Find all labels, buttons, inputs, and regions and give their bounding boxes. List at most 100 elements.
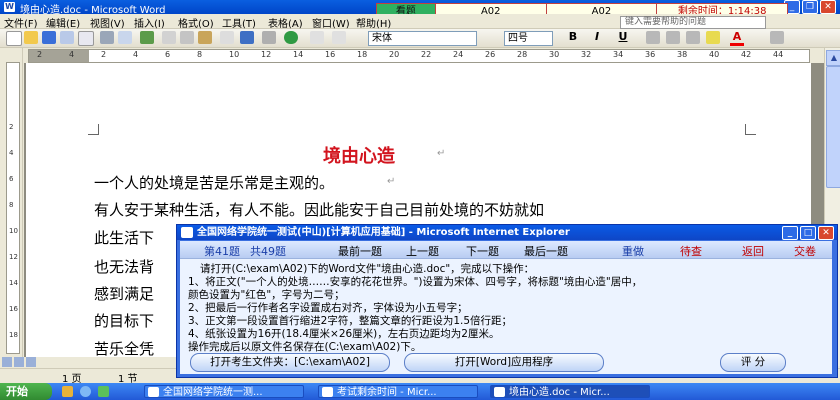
- menu-table[interactable]: 表格(A): [268, 15, 303, 30]
- popup-close-button[interactable]: ✕: [818, 226, 834, 240]
- font-name-select[interactable]: 宋体: [368, 31, 477, 46]
- paragraph-mark: ↵: [387, 176, 396, 187]
- paragraph-line-3: 此生活下: [94, 229, 155, 247]
- vruler-tick-label: 6: [9, 175, 14, 183]
- paragraph-mark: ↵: [437, 148, 446, 159]
- email-icon[interactable]: [78, 31, 94, 46]
- vruler-tick-label: 10: [9, 227, 18, 235]
- undo-icon[interactable]: [240, 31, 254, 44]
- vruler-tick-label: 2: [9, 123, 14, 131]
- ruler-tick-label: 36: [645, 50, 656, 59]
- start-button[interactable]: 开始: [0, 383, 52, 400]
- format-painter-icon[interactable]: [220, 31, 234, 44]
- spelling-icon[interactable]: [140, 31, 154, 44]
- italic-button[interactable]: I: [590, 30, 604, 43]
- question-instructions: 请打开(C:\exam\A02)下的Word文件"境由心造.doc"，完成以下操…: [188, 263, 828, 354]
- scroll-up-icon[interactable]: ▲: [826, 50, 840, 66]
- scroll-thumb[interactable]: [826, 66, 840, 188]
- ie-icon: [148, 387, 159, 397]
- vruler-tick-label: 8: [9, 201, 14, 209]
- font-size-select[interactable]: 四号: [504, 31, 553, 46]
- quicklaunch-icon[interactable]: [98, 386, 109, 397]
- ruler-tick-label: 2: [37, 50, 43, 59]
- redo-button[interactable]: 重做: [622, 243, 644, 259]
- popup-maximize-button[interactable]: □: [800, 226, 816, 240]
- document-title: 境由心造: [323, 146, 395, 167]
- popup-title-text: 全国网络学院统一测试(中山)[计算机应用基础] - Microsoft Inte…: [197, 227, 570, 238]
- bold-button[interactable]: B: [566, 30, 580, 43]
- task-timer[interactable]: 考试剩余时间 - Micr...: [318, 385, 478, 398]
- print-icon[interactable]: [100, 31, 114, 44]
- restore-button[interactable]: ❐: [802, 0, 818, 14]
- horizontal-ruler[interactable]: 2 4 2 4 6 8 10 12 14 16 18 20 22 24 26 28 30 32 34 36 38 40 42…: [28, 49, 810, 63]
- task-word-doc[interactable]: 境由心造.doc - Micr...: [490, 385, 650, 398]
- web-view-icon[interactable]: [14, 357, 24, 367]
- ruler-tick-label: 18: [357, 50, 368, 59]
- new-document-icon[interactable]: [6, 31, 22, 46]
- prev-question-button[interactable]: 上一题: [406, 243, 439, 259]
- instruction-line: 请打开(C:\exam\A02)下的Word文件"境由心造.doc"，完成以下操…: [200, 263, 535, 275]
- popup-minimize-button[interactable]: _: [782, 226, 798, 240]
- submit-button[interactable]: 交卷: [794, 243, 816, 259]
- close-button[interactable]: ✕: [820, 0, 836, 14]
- permission-icon[interactable]: [60, 31, 74, 44]
- ruler-tick-label: 38: [677, 50, 688, 59]
- print-view-icon[interactable]: [26, 357, 36, 367]
- menu-window[interactable]: 窗口(W): [312, 15, 350, 30]
- task-label: 全国网络学院统一测...: [163, 387, 263, 398]
- ruler-tick-label: 6: [165, 50, 171, 59]
- ruler-tick-label: 32: [581, 50, 592, 59]
- review-button[interactable]: 待查: [680, 243, 702, 259]
- formatting-toolbar: 宋体 四号 B I U A: [0, 29, 840, 48]
- vertical-ruler[interactable]: 2 4 6 8 10 12 14 16 18: [6, 62, 20, 354]
- toolbar-options-icon[interactable]: [770, 31, 784, 44]
- vruler-tick-label: 14: [9, 279, 18, 287]
- drawing-icon[interactable]: [310, 31, 324, 44]
- vruler-tick-label: 18: [9, 331, 18, 339]
- font-color-button[interactable]: A: [730, 30, 744, 46]
- cut-icon[interactable]: [162, 31, 176, 44]
- menu-edit[interactable]: 编辑(E): [46, 15, 80, 30]
- print-preview-icon[interactable]: [118, 31, 132, 44]
- open-word-button[interactable]: 打开[Word]应用程序: [404, 353, 604, 372]
- open-exam-folder-button[interactable]: 打开考生文件夹：[C:\exam\A02]: [190, 353, 390, 372]
- bullets-icon[interactable]: [686, 31, 700, 44]
- line-spacing-icon[interactable]: [666, 31, 680, 44]
- ruler-tick-label: 4: [69, 50, 75, 59]
- copy-icon[interactable]: [180, 31, 194, 44]
- normal-view-icon[interactable]: [2, 357, 12, 367]
- menu-format[interactable]: 格式(O): [178, 15, 214, 30]
- quicklaunch-icon[interactable]: [62, 386, 73, 397]
- help-search-input[interactable]: 键入需要帮助的问题: [620, 16, 766, 29]
- instruction-line: 3、正文第一段设置首行缩进2字符，整篇文章的行距设为1.5倍行距；: [188, 315, 513, 327]
- menu-insert[interactable]: 插入(I): [134, 15, 165, 30]
- ruler-tick-label: 30: [549, 50, 560, 59]
- style-icon[interactable]: [332, 31, 346, 44]
- ruler-tick-label: 24: [453, 50, 464, 59]
- ie-quicklaunch-icon[interactable]: [80, 386, 91, 397]
- first-question-button[interactable]: 最前一题: [338, 243, 382, 259]
- menu-view[interactable]: 视图(V): [90, 15, 125, 30]
- menu-tools[interactable]: 工具(T): [222, 15, 256, 30]
- return-button[interactable]: 返回: [742, 243, 764, 259]
- ie-icon: [322, 387, 333, 397]
- open-folder-icon[interactable]: [24, 31, 38, 44]
- score-button[interactable]: 评 分: [720, 353, 786, 372]
- save-icon[interactable]: [42, 31, 56, 44]
- underline-button[interactable]: U: [616, 30, 630, 43]
- redo-icon[interactable]: [262, 31, 276, 44]
- paste-icon[interactable]: [198, 31, 212, 44]
- hyperlink-icon[interactable]: [284, 31, 298, 44]
- highlight-icon[interactable]: [706, 31, 720, 44]
- align-center-icon[interactable]: [646, 31, 660, 44]
- last-question-button[interactable]: 最后一题: [524, 243, 568, 259]
- popup-body: 第41题 共49题 最前一题 上一题 下一题 最后一题 重做 待查 返回 交卷 …: [180, 241, 832, 374]
- menu-file[interactable]: 文件(F): [4, 15, 38, 30]
- ruler-tick-label: 34: [613, 50, 624, 59]
- next-question-button[interactable]: 下一题: [466, 243, 499, 259]
- exam-popup-window: 全国网络学院统一测试(中山)[计算机应用基础] - Microsoft Inte…: [176, 224, 838, 378]
- paragraph-line-4: 也无法背: [94, 258, 155, 276]
- ruler-tick-label: 12: [261, 50, 272, 59]
- menu-help[interactable]: 帮助(H): [356, 15, 391, 30]
- task-ie-exam[interactable]: 全国网络学院统一测...: [144, 385, 304, 398]
